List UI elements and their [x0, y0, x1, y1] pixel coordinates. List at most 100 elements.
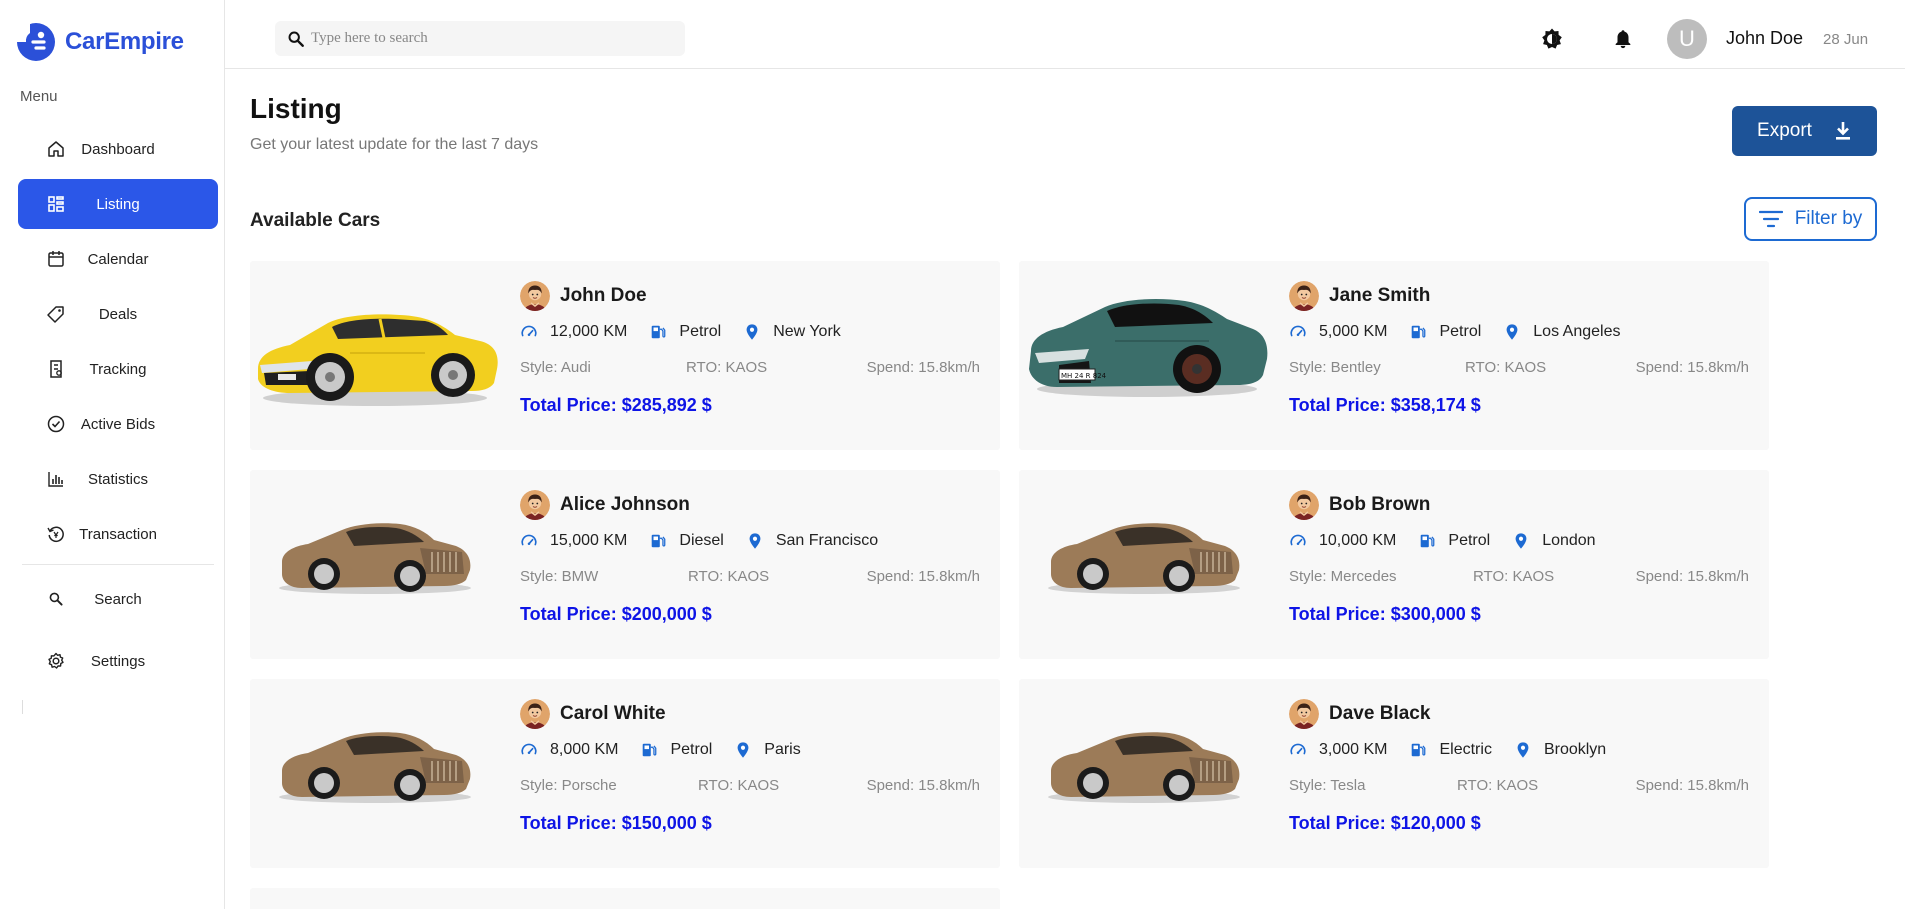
sidebar-item-calendar[interactable]: Calendar: [18, 234, 218, 284]
sidebar-item-settings[interactable]: Settings: [18, 635, 218, 687]
fuel-type: Petrol: [1448, 532, 1491, 549]
car-specs: 3,000 KM Electric Brooklyn: [1289, 741, 1628, 759]
car-style: Style: Audi: [520, 359, 591, 376]
speedometer-icon: [520, 323, 538, 341]
owner-avatar: [1289, 699, 1319, 729]
sidebar-item-dashboard[interactable]: Dashboard: [18, 124, 218, 174]
owner-info: Jane Smith: [1289, 281, 1430, 311]
location-pin-icon: [1514, 741, 1532, 759]
document-icon: [46, 359, 66, 379]
car-spend: Spend: 15.8km/h: [1635, 777, 1749, 794]
download-icon: [1835, 122, 1850, 140]
owner-avatar: [1289, 490, 1319, 520]
total-price: Total Price: $200,000 $: [520, 604, 712, 624]
total-price: Total Price: $120,000 $: [1289, 813, 1481, 833]
speedometer-icon: [520, 741, 538, 759]
car-rto: RTO: KAOS: [698, 777, 780, 794]
fuel-icon: [1409, 741, 1427, 759]
user-name[interactable]: John Doe: [1726, 28, 1803, 49]
page-title: Listing: [250, 93, 342, 124]
car-style: Style: BMW: [520, 568, 599, 585]
export-button[interactable]: Export: [1732, 106, 1877, 156]
location-pin-icon: [743, 323, 761, 341]
fuel-type: Diesel: [679, 532, 724, 549]
menu-label: Menu: [20, 88, 58, 105]
user-avatar[interactable]: U: [1667, 19, 1707, 59]
location: Brooklyn: [1543, 741, 1607, 758]
tag-icon: [46, 304, 66, 324]
fuel-icon: [640, 741, 658, 759]
mileage: 15,000 KM: [550, 532, 628, 549]
sidebar-item-tracking[interactable]: Tracking: [18, 344, 218, 394]
check-circle-icon: [46, 414, 66, 434]
mileage: 10,000 KM: [1319, 532, 1397, 549]
fuel-type: Petrol: [1439, 323, 1482, 340]
car-card[interactable]: John Doe 12,000 KM Petrol New York Style…: [250, 261, 1000, 450]
car-rto: RTO: KAOS: [1473, 568, 1555, 585]
car-style: Style: Mercedes: [1289, 568, 1397, 585]
car-card[interactable]: Carol White 8,000 KM Petrol Paris Style:…: [250, 679, 1000, 868]
car-card[interactable]: Bob Brown 10,000 KM Petrol London Style:…: [1019, 470, 1769, 659]
owner-avatar: [1289, 281, 1319, 311]
sidebar-nav: Dashboard Listing Calendar Deals Trackin…: [18, 124, 218, 697]
car-spend: Spend: 15.8km/h: [866, 568, 980, 585]
bell-icon[interactable]: [1611, 27, 1635, 51]
location-pin-icon: [746, 532, 764, 550]
total-price: Total Price: $300,000 $: [1289, 604, 1481, 624]
sidebar-item-active-bids[interactable]: Active Bids: [18, 399, 218, 449]
location-pin-icon: [1512, 532, 1530, 550]
owner-info: Alice Johnson: [520, 490, 690, 520]
search-input[interactable]: [311, 30, 671, 47]
car-card[interactable]: Dave Black 3,000 KM Electric Brooklyn St…: [1019, 679, 1769, 868]
car-specs: 12,000 KM Petrol New York: [520, 323, 863, 341]
owner-name: Jane Smith: [1329, 285, 1431, 306]
sidebar-divider: [22, 564, 214, 565]
mileage: 5,000 KM: [1319, 323, 1388, 340]
total-price: Total Price: $358,174 $: [1289, 395, 1481, 415]
filter-button[interactable]: Filter by: [1744, 197, 1877, 241]
owner-info: John Doe: [520, 281, 647, 311]
location-pin-icon: [1503, 323, 1521, 341]
car-rto: RTO: KAOS: [1465, 359, 1547, 376]
sidebar-item-deals[interactable]: Deals: [18, 289, 218, 339]
fuel-type: Petrol: [679, 323, 722, 340]
car-card[interactable]: MH 24 R 824 Jane Smith 5,000 KM Petrol L…: [1019, 261, 1769, 450]
logo-icon: [16, 23, 55, 61]
owner-info: Bob Brown: [1289, 490, 1430, 520]
sidebar: CarEmpire Menu Dashboard Listing Calenda…: [0, 0, 225, 909]
location: London: [1542, 532, 1596, 549]
car-rto: RTO: KAOS: [688, 568, 770, 585]
car-style: Style: Tesla: [1289, 777, 1366, 794]
theme-toggle-icon[interactable]: [1540, 27, 1564, 51]
car-specs: 10,000 KM Petrol London: [1289, 532, 1618, 550]
fuel-type: Petrol: [670, 741, 713, 758]
car-specs: 8,000 KM Petrol Paris: [520, 741, 823, 759]
license-plate: MH 24 R 824: [1061, 372, 1107, 380]
location: New York: [773, 323, 841, 340]
mileage: 8,000 KM: [550, 741, 619, 758]
brand-logo[interactable]: CarEmpire: [16, 22, 184, 62]
owner-avatar: [520, 281, 550, 311]
car-card[interactable]: Alice Johnson 15,000 KM Diesel San Franc…: [250, 470, 1000, 659]
owner-name: Bob Brown: [1329, 494, 1431, 515]
sidebar-item-transaction[interactable]: Transaction: [18, 509, 218, 559]
grid-icon: [46, 194, 66, 214]
search-bar[interactable]: [275, 21, 685, 56]
top-bar: U John Doe 28 Jun: [225, 0, 1905, 69]
brand-name: CarEmpire: [65, 28, 184, 55]
sidebar-item-statistics[interactable]: Statistics: [18, 454, 218, 504]
sidebar-item-listing[interactable]: Listing: [18, 179, 218, 229]
fuel-icon: [649, 532, 667, 550]
car-specs: 15,000 KM Diesel San Francisco: [520, 532, 900, 550]
location-pin-icon: [734, 741, 752, 759]
speedometer-icon: [1289, 323, 1307, 341]
owner-name: John Doe: [560, 285, 647, 306]
bar-chart-icon: [46, 469, 66, 489]
car-card-partial[interactable]: [250, 888, 1000, 909]
sidebar-item-search[interactable]: Search: [18, 573, 218, 625]
location: Paris: [764, 741, 801, 758]
car-style: Style: Porsche: [520, 777, 617, 794]
filter-icon: [1758, 210, 1783, 228]
fuel-icon: [1418, 532, 1436, 550]
owner-avatar: [520, 699, 550, 729]
